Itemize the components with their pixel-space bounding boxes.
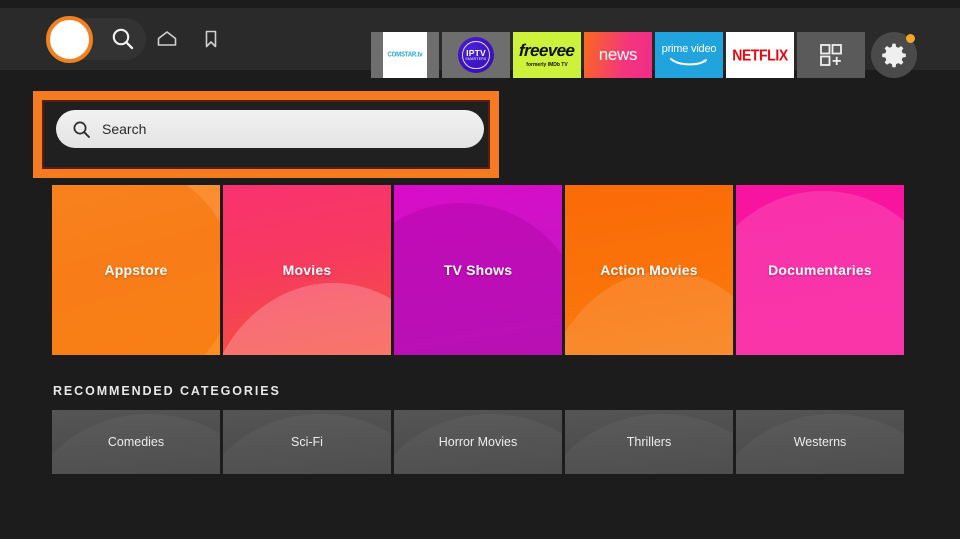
search-placeholder: Search bbox=[102, 121, 147, 137]
category-tile-label: Appstore bbox=[104, 262, 168, 278]
recommended-tile-label: Thrillers bbox=[626, 435, 672, 449]
amazon-smile-icon bbox=[670, 58, 707, 66]
top-navigation-bar: COMSTAR.tv IPTV SMARTERS freevee formerl… bbox=[0, 8, 960, 78]
iptv-sublabel: SMARTERS bbox=[465, 57, 487, 62]
comstar-logo: COMSTAR.tv bbox=[383, 32, 427, 78]
search-field-icon bbox=[73, 121, 90, 138]
recommended-tile-label: Sci-Fi bbox=[291, 435, 323, 449]
recommended-tile-thrillers[interactable]: Thrillers bbox=[565, 410, 733, 474]
recommended-tile-horror-movies[interactable]: Horror Movies bbox=[394, 410, 562, 474]
fire-tv-home-screen: COMSTAR.tv IPTV SMARTERS freevee formerl… bbox=[0, 0, 960, 539]
settings-button[interactable] bbox=[871, 32, 917, 78]
iptv-label: IPTV bbox=[466, 47, 486, 58]
bookmark-icon[interactable] bbox=[189, 17, 233, 61]
app-tile-comstar[interactable]: COMSTAR.tv bbox=[371, 32, 439, 78]
category-tile-documentaries[interactable]: Documentaries bbox=[736, 185, 904, 355]
comstar-label: COMSTAR.tv bbox=[387, 51, 423, 59]
category-tiles-row: Appstore Movies TV Shows Action Movies D… bbox=[52, 185, 904, 355]
netflix-label: NETFLIX bbox=[732, 45, 788, 65]
category-tile-label: Documentaries bbox=[768, 262, 872, 278]
apps-grid-icon bbox=[820, 44, 842, 66]
freevee-label: freevee bbox=[518, 41, 576, 60]
home-icon[interactable] bbox=[145, 17, 189, 61]
iptv-logo: IPTV SMARTERS bbox=[458, 37, 494, 73]
tile-decoration bbox=[223, 283, 391, 355]
app-tile-prime-video[interactable]: prime video bbox=[655, 32, 723, 78]
category-tile-movies[interactable]: Movies bbox=[223, 185, 391, 355]
category-tile-label: TV Shows bbox=[443, 262, 513, 278]
recommended-tile-label: Westerns bbox=[793, 435, 847, 449]
search-input[interactable]: Search bbox=[56, 110, 484, 148]
freevee-sublabel: formerly IMDb TV bbox=[526, 62, 568, 68]
settings-notification-badge bbox=[906, 34, 915, 43]
gear-icon bbox=[882, 43, 906, 68]
app-tile-freevee[interactable]: freevee formerly IMDb TV bbox=[513, 32, 581, 78]
recommended-tile-westerns[interactable]: Westerns bbox=[736, 410, 904, 474]
category-tile-label: Movies bbox=[282, 262, 332, 278]
recommended-categories-heading: RECOMMENDED CATEGORIES bbox=[53, 384, 281, 398]
app-shortcuts-row: COMSTAR.tv IPTV SMARTERS freevee formerl… bbox=[371, 32, 917, 78]
category-tile-appstore[interactable]: Appstore bbox=[52, 185, 220, 355]
category-tile-action-movies[interactable]: Action Movies bbox=[565, 185, 733, 355]
nav-left-group bbox=[0, 15, 233, 63]
recommended-categories-row: Comedies Sci-Fi Horror Movies Thrillers … bbox=[52, 410, 904, 474]
prime-video-label: prime video bbox=[661, 43, 717, 55]
recommended-tile-comedies[interactable]: Comedies bbox=[52, 410, 220, 474]
recommended-tile-label: Comedies bbox=[107, 435, 165, 449]
profile-avatar[interactable] bbox=[46, 15, 93, 63]
recommended-tile-sci-fi[interactable]: Sci-Fi bbox=[223, 410, 391, 474]
tile-decoration bbox=[394, 203, 562, 355]
category-tile-label: Action Movies bbox=[600, 262, 698, 278]
tile-decoration bbox=[565, 271, 733, 355]
search-icon[interactable] bbox=[101, 17, 145, 61]
app-tile-news[interactable]: news bbox=[584, 32, 652, 78]
app-tile-iptv[interactable]: IPTV SMARTERS bbox=[442, 32, 510, 78]
app-tile-netflix[interactable]: NETFLIX bbox=[726, 32, 794, 78]
recommended-tile-label: Horror Movies bbox=[438, 435, 518, 449]
app-tile-apps-grid[interactable] bbox=[797, 32, 865, 78]
category-tile-tv-shows[interactable]: TV Shows bbox=[394, 185, 562, 355]
news-label: news bbox=[598, 45, 638, 64]
